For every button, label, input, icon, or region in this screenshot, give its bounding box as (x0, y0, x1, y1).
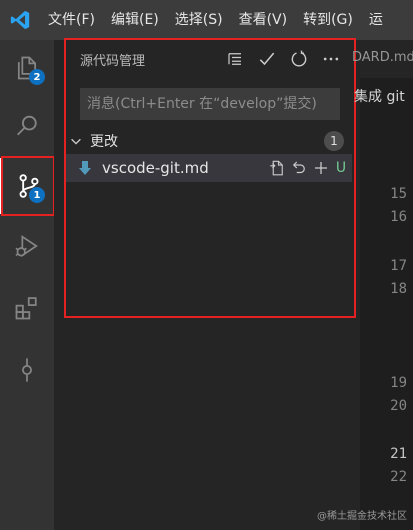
menu-go[interactable]: 转到(G) (295, 0, 361, 40)
scm-title: 源代码管理 (80, 53, 146, 69)
activity-git-commit[interactable] (0, 342, 54, 398)
menu-view[interactable]: 查看(V) (231, 0, 296, 40)
menu-bar: 文件(F) 编辑(E) 选择(S) 查看(V) 转到(G) 运 (0, 0, 413, 40)
current-line-number: 21 (390, 446, 407, 462)
changes-count-badge: 1 (324, 131, 344, 151)
changes-label: 更改 (90, 134, 118, 150)
menu-run[interactable]: 运 (361, 0, 391, 40)
editor-tab-label: DARD.md (352, 50, 413, 65)
line-number: 19 (390, 375, 407, 391)
scm-header: 源代码管理 (54, 40, 360, 78)
view-as-tree-icon (228, 53, 241, 65)
search-icon (17, 115, 37, 136)
activity-run-debug[interactable] (0, 218, 54, 274)
changed-file-name: vscode-git.md (102, 159, 209, 177)
activity-extensions[interactable] (0, 280, 54, 336)
more-actions-button[interactable] (316, 44, 346, 74)
open-file-icon (270, 160, 283, 176)
activity-explorer[interactable]: 2 (0, 40, 54, 96)
git-commit-icon (22, 358, 32, 382)
check-icon (259, 52, 275, 66)
activity-source-control[interactable]: 1 (0, 158, 54, 214)
refresh-button[interactable] (284, 44, 314, 74)
line-number: 16 (390, 209, 407, 225)
line-number: 15 (390, 186, 407, 202)
plus-icon (315, 162, 327, 174)
discard-icon (292, 161, 305, 174)
discard-changes-button[interactable] (288, 157, 310, 179)
line-number: 17 (390, 258, 407, 274)
line-number: 20 (390, 398, 407, 414)
chevron-down-icon (68, 133, 84, 149)
editor-area: DARD.md 集成 git 15 16 17 18 19 20 21 22 (352, 40, 413, 530)
markdown-file-icon (74, 157, 96, 179)
changed-file-row[interactable]: vscode-git.md U (66, 154, 352, 182)
refresh-icon (291, 50, 307, 67)
line-number: 22 (390, 469, 407, 485)
open-file-button[interactable] (266, 157, 288, 179)
explorer-badge: 2 (29, 69, 45, 85)
extensions-icon (15, 297, 37, 320)
activity-search[interactable] (0, 98, 54, 154)
vscode-logo-icon (0, 0, 40, 40)
menu-edit[interactable]: 编辑(E) (103, 0, 167, 40)
editor-tab[interactable]: DARD.md (352, 40, 413, 78)
source-control-panel: 源代码管理 消息(Ctrl+Enter 在“develop”提交) 更改 1 v… (54, 40, 360, 530)
more-icon (323, 57, 339, 61)
file-status-untracked: U (335, 160, 347, 176)
menu-selection[interactable]: 选择(S) (167, 0, 231, 40)
changes-section-header[interactable]: 更改 1 (68, 128, 348, 154)
watermark: @稀土掘金技术社区 (317, 511, 407, 522)
line-number: 18 (390, 281, 407, 297)
run-debug-icon (15, 235, 38, 257)
stage-changes-button[interactable] (310, 157, 332, 179)
commit-message-input[interactable] (80, 88, 340, 120)
source-control-badge: 1 (29, 187, 45, 203)
editor-text-fragment: 集成 git (354, 89, 405, 105)
view-as-tree-button[interactable] (220, 44, 250, 74)
activity-bar: 2 1 (0, 40, 54, 530)
commit-button[interactable] (252, 44, 282, 74)
menu-file[interactable]: 文件(F) (40, 0, 103, 40)
